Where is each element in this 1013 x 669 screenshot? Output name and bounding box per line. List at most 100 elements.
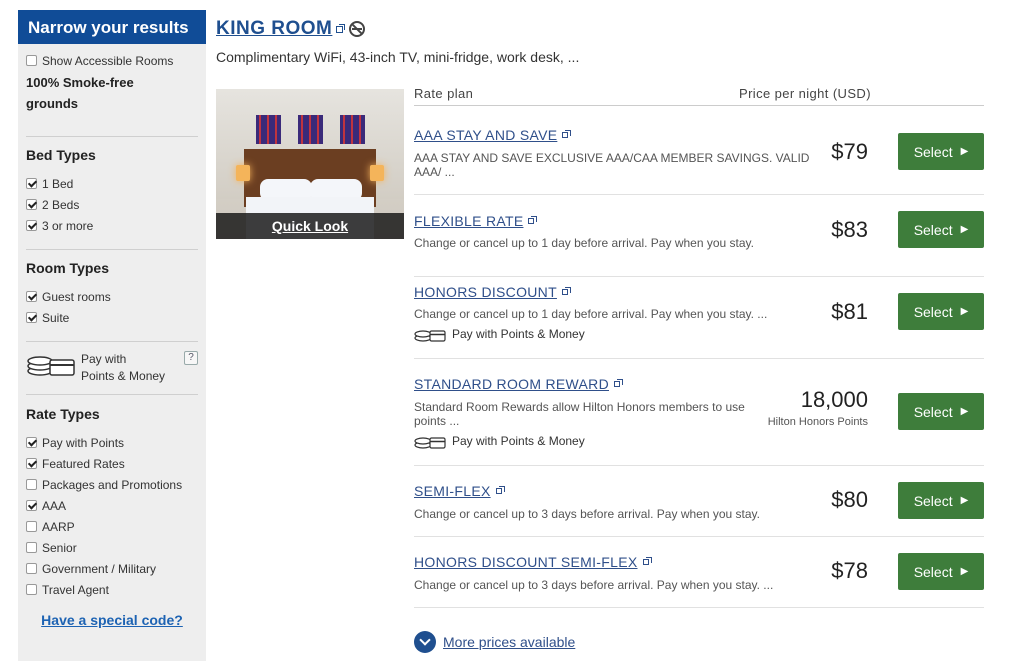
filter-guest-rooms[interactable]: Guest rooms	[26, 286, 198, 307]
filter-government-military[interactable]: Government / Military	[26, 558, 198, 579]
select-button[interactable]: Select ▶	[898, 393, 984, 430]
rate-name-link[interactable]: HONORS DISCOUNT	[414, 284, 571, 300]
wall-art	[298, 115, 323, 144]
lamp	[370, 165, 384, 181]
checkbox[interactable]	[26, 542, 37, 553]
select-label: Select	[913, 303, 953, 320]
rate-name-link[interactable]: STANDARD ROOM REWARD	[414, 376, 623, 392]
rate-table-header: Rate plan Price per night (USD)	[414, 86, 984, 106]
filter-label: Pay with Points	[42, 435, 125, 450]
filter-label: AARP	[42, 519, 75, 534]
rate-price: $78	[831, 558, 868, 583]
checkbox[interactable]	[26, 479, 37, 490]
more-prices-link[interactable]: More prices available	[414, 631, 575, 653]
filter-label: AAA	[42, 498, 67, 513]
filter-senior[interactable]: Senior	[26, 537, 198, 558]
external-link-icon	[562, 130, 572, 138]
room-title: KING ROOM	[216, 18, 333, 39]
checkbox[interactable]	[26, 178, 37, 189]
rate-name: SEMI-FLEX	[414, 483, 491, 499]
pay-with-label: Pay with	[81, 352, 127, 366]
rate-types-title: Rate Types	[26, 406, 100, 422]
rate-name-link[interactable]: AAA STAY AND SAVE	[414, 127, 572, 143]
wall-art	[340, 115, 365, 144]
points-money-icon	[27, 356, 75, 376]
special-code-link[interactable]: Have a special code?	[26, 612, 198, 628]
checkbox[interactable]	[26, 584, 37, 595]
help-icon[interactable]: ?	[184, 351, 198, 365]
points-money-icon	[414, 330, 446, 342]
price-header: Price per night (USD)	[739, 86, 871, 101]
select-button[interactable]: Select ▶	[898, 553, 984, 590]
checkbox[interactable]	[26, 199, 37, 210]
filter-sidebar: Narrow your results Show Accessible Room…	[18, 10, 206, 661]
select-button[interactable]: Select ▶	[898, 211, 984, 248]
select-button[interactable]: Select ▶	[898, 293, 984, 330]
room-types-title: Room Types	[26, 260, 109, 276]
rate-description: Change or cancel up to 1 day before arri…	[414, 236, 754, 250]
filter-accessible-rooms[interactable]: Show Accessible Rooms	[26, 50, 198, 71]
external-link-icon	[561, 287, 571, 295]
filter-travel-agent[interactable]: Travel Agent	[26, 579, 198, 600]
smoke-free-note: 100% Smoke-free grounds	[26, 75, 134, 111]
room-title-link[interactable]: KING ROOM	[216, 18, 366, 40]
rate-description: Change or cancel up to 3 days before arr…	[414, 507, 760, 521]
lamp	[236, 165, 250, 181]
checkbox[interactable]	[26, 521, 37, 532]
pay-with-points-money: Pay with Points & Money ?	[18, 342, 206, 386]
chevron-down-icon[interactable]	[414, 631, 436, 653]
room-description: Complimentary WiFi, 43-inch TV, mini-fri…	[216, 49, 580, 65]
checkbox[interactable]	[26, 312, 37, 323]
filter-bed-3-or-more[interactable]: 3 or more	[26, 215, 198, 236]
rate-description: AAA STAY AND SAVE EXCLUSIVE AAA/CAA MEMB…	[414, 151, 810, 179]
rate-price: $81	[831, 299, 868, 324]
rate-plan-header: Rate plan	[414, 86, 474, 101]
filter-aarp[interactable]: AARP	[26, 516, 198, 537]
checkbox[interactable]	[26, 437, 37, 448]
checkbox[interactable]	[26, 458, 37, 469]
filter-bed-2[interactable]: 2 Beds	[26, 194, 198, 215]
rate-name: AAA STAY AND SAVE	[414, 127, 558, 143]
points-money-tag: Pay with Points & Money	[414, 326, 585, 342]
select-label: Select	[913, 403, 953, 420]
rate-name-link[interactable]: SEMI-FLEX	[414, 483, 505, 499]
checkbox[interactable]	[26, 563, 37, 574]
rate-price: $79	[831, 139, 868, 164]
wall-art	[256, 115, 281, 144]
filter-bed-1[interactable]: 1 Bed	[26, 173, 198, 194]
select-label: Select	[913, 492, 953, 509]
select-label: Select	[913, 563, 953, 580]
room-photo[interactable]: Quick Look	[216, 89, 404, 239]
select-label: Select	[913, 143, 953, 160]
rate-name-link[interactable]: HONORS DISCOUNT SEMI-FLEX	[414, 554, 652, 570]
external-link-icon	[336, 23, 346, 33]
chevron-right-icon: ▶	[960, 306, 969, 317]
points-money-label: Points & Money	[81, 369, 166, 383]
chevron-right-icon: ▶	[960, 146, 969, 157]
filter-label: 1 Bed	[42, 176, 74, 191]
filter-aaa[interactable]: AAA	[26, 495, 198, 516]
points-money-tag: Pay with Points & Money	[414, 433, 585, 449]
select-button[interactable]: Select ▶	[898, 133, 984, 170]
filter-featured-rates[interactable]: Featured Rates	[26, 453, 198, 474]
checkbox[interactable]	[26, 291, 37, 302]
chevron-right-icon: ▶	[960, 406, 969, 417]
filter-suite[interactable]: Suite	[26, 307, 198, 328]
points-money-label: Pay with Points & Money	[452, 434, 585, 448]
checkbox[interactable]	[26, 500, 37, 511]
checkbox[interactable]	[26, 220, 37, 231]
chevron-right-icon: ▶	[960, 566, 969, 577]
rate-name-link[interactable]: FLEXIBLE RATE	[414, 213, 538, 229]
filter-pay-with-points[interactable]: Pay with Points	[26, 432, 198, 453]
filter-label: 3 or more	[42, 218, 94, 233]
checkbox[interactable]	[26, 55, 37, 66]
no-smoking-icon	[349, 21, 366, 37]
filter-packages-promotions[interactable]: Packages and Promotions	[26, 474, 198, 495]
rate-row: FLEXIBLE RATE Change or cancel up to 1 d…	[414, 195, 984, 277]
quick-look-button[interactable]: Quick Look	[216, 213, 404, 239]
rate-points-price: 18,000	[800, 387, 868, 412]
select-label: Select	[913, 221, 953, 238]
filter-label: 2 Beds	[42, 197, 80, 212]
external-link-icon	[528, 216, 538, 224]
select-button[interactable]: Select ▶	[898, 482, 984, 519]
